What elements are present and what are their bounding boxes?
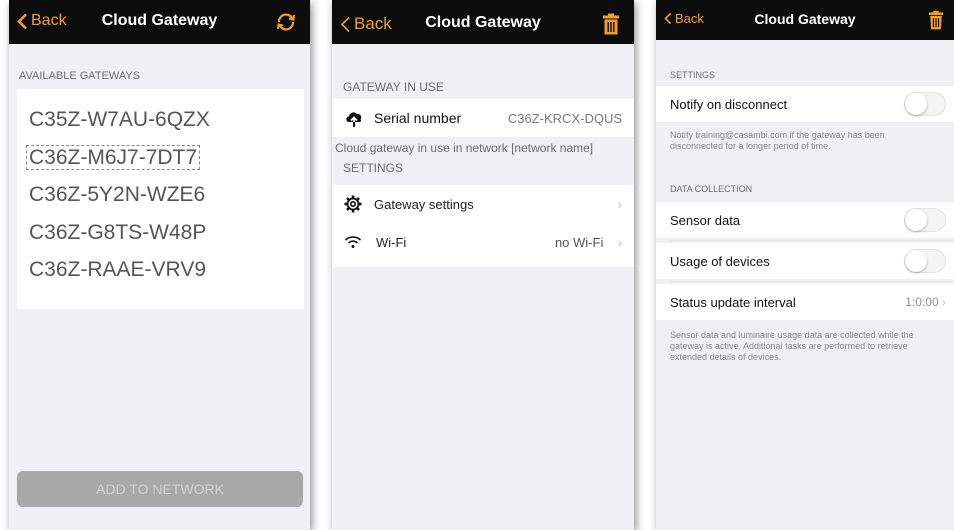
nav-bar: Back Cloud Gateway: [9, 0, 310, 44]
serial-number-label: Serial number: [374, 110, 462, 126]
notify-note: Notify training@casambi.com if the gatew…: [670, 130, 885, 151]
chevron-right-icon: ›: [617, 196, 622, 212]
gateway-settings-label: Gateway settings: [374, 196, 474, 212]
data-collection-note: Sensor data and luminaire usage data are…: [670, 330, 914, 362]
divider: [670, 240, 954, 241]
back-label: Back: [31, 12, 67, 29]
back-button[interactable]: Back: [664, 11, 704, 26]
wifi-icon: [344, 236, 362, 248]
gateway-list-item[interactable]: C36Z-5Y2N-WZE6: [17, 176, 304, 214]
gateway-list-item[interactable]: C36Z-G8TS-W48P: [17, 214, 304, 252]
screen-available-gateways: Back Cloud Gateway AVAILABLE GATEWAYS C3…: [9, 0, 310, 530]
section-header-available: AVAILABLE GATEWAYS: [19, 70, 141, 82]
settings-group: Gateway settings › Wi-Fi no Wi-Fi ›: [332, 185, 634, 267]
nav-bar: Back Cloud Gateway: [656, 0, 954, 40]
chevron-left-icon: [664, 12, 672, 25]
add-to-network-button[interactable]: ADD TO NETWORK: [17, 471, 303, 507]
back-label: Back: [675, 11, 704, 26]
wifi-row[interactable]: Wi-Fi no Wi-Fi ›: [332, 223, 634, 261]
section-header-settings: SETTINGS: [670, 70, 716, 80]
section-header-in-use: GATEWAY IN USE: [343, 80, 444, 94]
trash-icon[interactable]: [928, 10, 944, 30]
section-header-settings: SETTINGS: [343, 161, 404, 175]
back-label: Back: [354, 14, 392, 33]
serial-number-value: C36Z-KRCX-DQUS: [507, 110, 622, 126]
usage-devices-row: Usage of devices: [656, 243, 954, 279]
gateway-list-item-selected[interactable]: C36Z-M6J7-7DT7: [17, 139, 304, 177]
chevron-right-icon: ›: [942, 295, 946, 309]
chevron-left-icon: [17, 13, 27, 29]
sensor-data-label: Sensor data: [670, 212, 741, 228]
back-button[interactable]: Back: [340, 14, 392, 34]
wifi-value: no Wi-Fi: [554, 234, 604, 250]
gateway-list-item[interactable]: C36Z-RAAE-VRV9: [17, 251, 304, 289]
chevron-right-icon: ›: [617, 234, 622, 250]
usage-devices-toggle[interactable]: [904, 249, 946, 273]
sensor-data-toggle[interactable]: [904, 208, 946, 232]
trash-icon[interactable]: [602, 13, 620, 35]
notify-disconnect-label: Notify on disconnect: [670, 96, 788, 112]
notify-disconnect-row: Notify on disconnect: [656, 86, 954, 122]
cloud-upload-icon: [346, 112, 362, 127]
gateway-list: C35Z-W7AU-6QZX C36Z-M6J7-7DT7 C36Z-5Y2N-…: [17, 89, 304, 309]
gateway-list-item[interactable]: C35Z-W7AU-6QZX: [17, 101, 304, 139]
usage-devices-label: Usage of devices: [670, 253, 770, 269]
network-info-text: Cloud gateway in use in network [network…: [335, 141, 594, 155]
nav-bar: Back Cloud Gateway: [332, 0, 634, 44]
sensor-data-row: Sensor data: [656, 202, 954, 238]
status-interval-label: Status update interval: [670, 294, 796, 310]
wifi-label: Wi-Fi: [376, 234, 407, 250]
refresh-icon[interactable]: [274, 10, 298, 34]
notify-disconnect-toggle[interactable]: [904, 92, 946, 116]
section-header-data-collection: DATA COLLECTION: [670, 184, 753, 194]
divider: [670, 281, 954, 282]
status-interval-row[interactable]: Status update interval 1:0:00 ›: [656, 284, 954, 320]
gateway-settings-row[interactable]: Gateway settings ›: [332, 185, 634, 223]
serial-number-row: Serial number C36Z-KRCX-DQUS: [332, 99, 634, 137]
back-button[interactable]: Back: [17, 12, 67, 30]
gear-icon: [344, 195, 362, 213]
screen-gateway-settings: Back Cloud Gateway SETTINGS Notify on di…: [656, 0, 954, 530]
screen-gateway-in-use: Back Cloud Gateway GATEWAY IN USE Serial…: [332, 0, 634, 530]
chevron-left-icon: [340, 16, 350, 32]
status-interval-value: 1:0:00 ›: [905, 295, 946, 309]
